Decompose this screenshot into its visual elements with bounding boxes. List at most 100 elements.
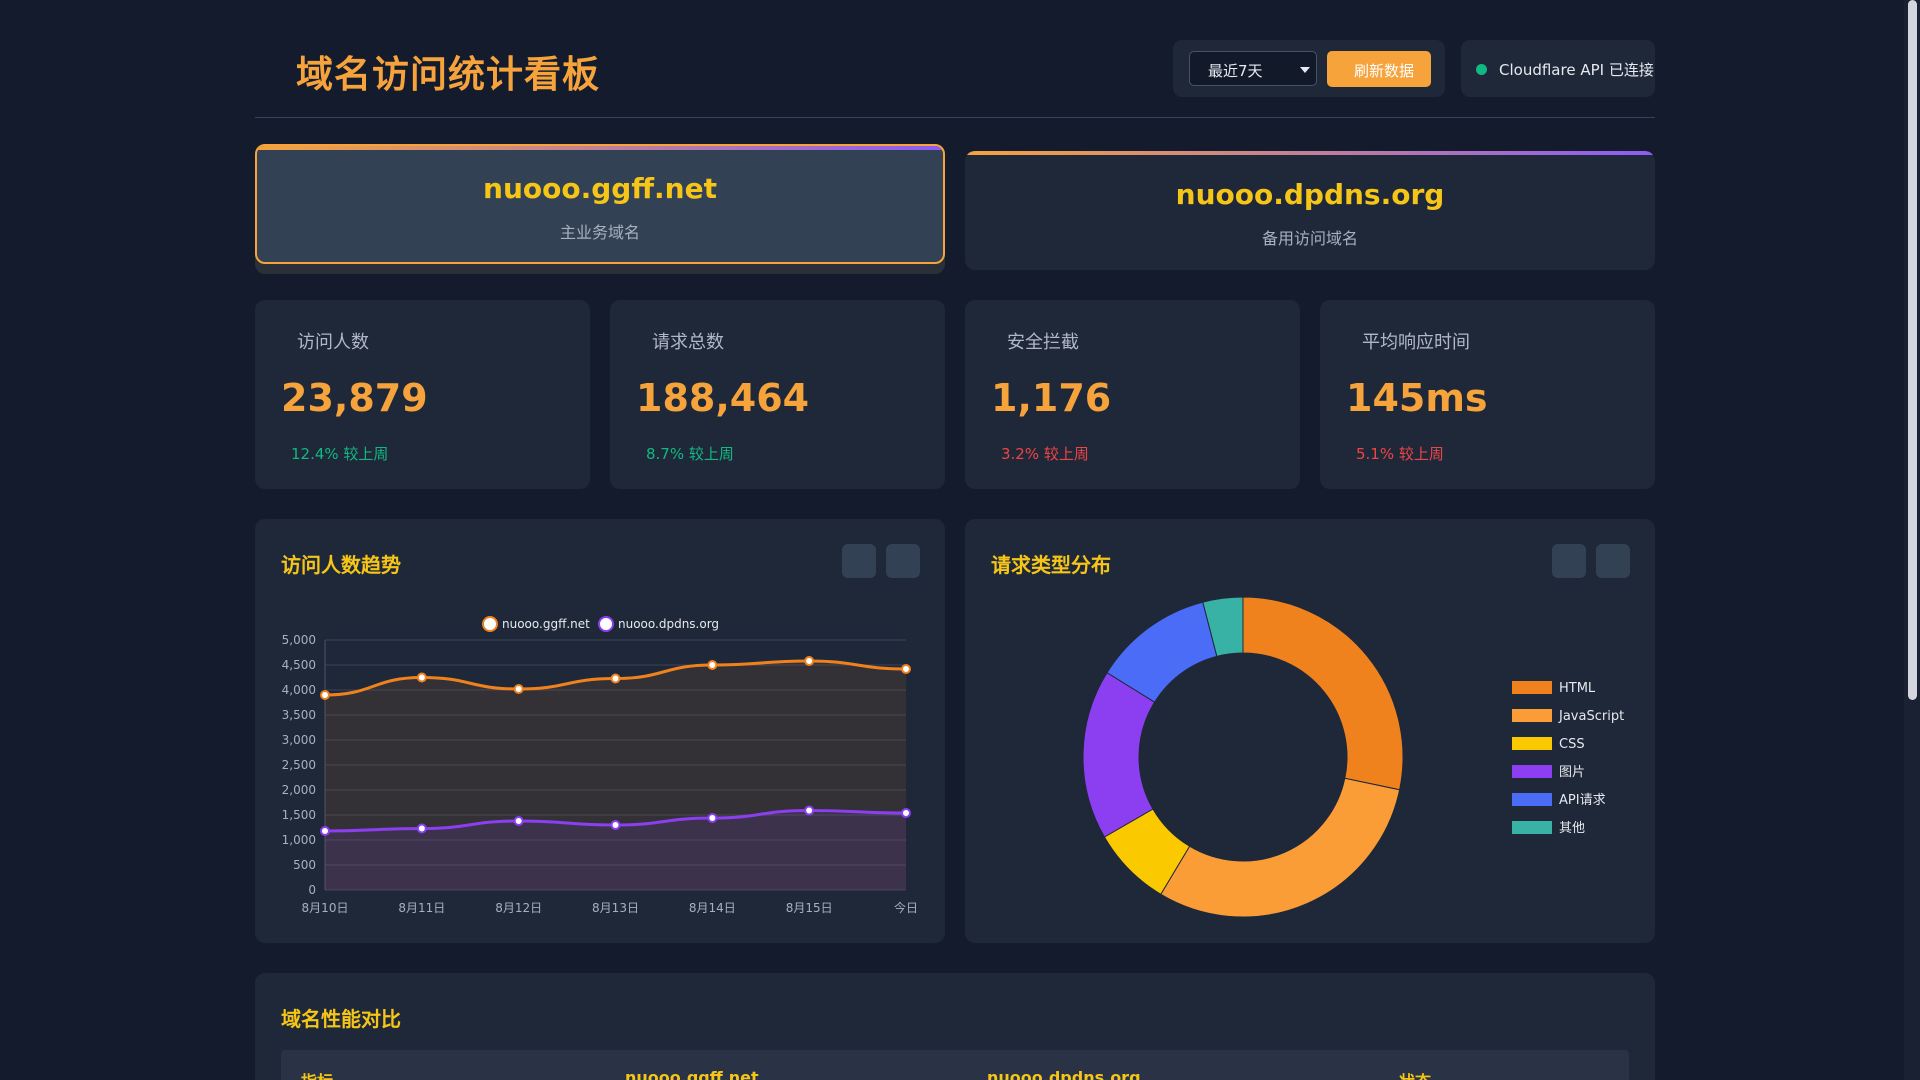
card-accent-bar bbox=[257, 146, 943, 150]
donut-slice bbox=[1082, 671, 1156, 838]
stat-card-security: 安全拦截 1,176 3.2% 较上周 bbox=[965, 300, 1300, 489]
data-point bbox=[610, 820, 621, 830]
data-point bbox=[320, 690, 330, 700]
data-point bbox=[804, 805, 815, 816]
card-accent-bar bbox=[965, 151, 1655, 155]
stat-card-requests: 请求总数 188,464 8.7% 较上周 bbox=[610, 300, 945, 489]
data-point bbox=[513, 816, 524, 826]
stat-value: 145ms bbox=[1346, 376, 1488, 420]
legend-marker bbox=[598, 616, 614, 632]
data-point bbox=[610, 673, 621, 684]
legend-item: API请求 bbox=[1512, 793, 1606, 808]
domain-card-backup[interactable]: nuooo.dpdns.org 备用访问域名 bbox=[965, 151, 1655, 270]
domain-description: 主业务域名 bbox=[559, 223, 640, 242]
stat-card-response-time: 平均响应时间 145ms 5.1% 较上周 bbox=[1320, 300, 1655, 489]
time-range-select[interactable]: 最近7天 bbox=[1189, 51, 1317, 86]
legend-item: 其他 bbox=[1512, 821, 1585, 836]
data-point bbox=[901, 808, 911, 818]
y-tick-label: 4,500 bbox=[282, 658, 316, 672]
chevron-down-icon bbox=[1300, 67, 1310, 73]
legend-label: 其他 bbox=[1559, 821, 1585, 836]
visitors-line-chart: nuooo.ggff.net nuooo.dpdns.org 0 500 1,000 1,… bbox=[282, 616, 918, 915]
legend-item: JavaScript bbox=[1512, 709, 1624, 724]
legend-swatch bbox=[1512, 821, 1552, 834]
stat-label: 请求总数 bbox=[652, 332, 724, 353]
y-tick-label: 3,500 bbox=[282, 708, 316, 722]
legend-swatch bbox=[1512, 709, 1552, 722]
legend-label: nuooo.ggff.net bbox=[502, 617, 590, 631]
stat-value: 1,176 bbox=[991, 376, 1112, 420]
legend-swatch bbox=[1512, 681, 1552, 694]
stat-label: 安全拦截 bbox=[1007, 332, 1079, 353]
page-title: 域名访问统计看板 bbox=[296, 53, 600, 96]
legend-item: HTML bbox=[1512, 681, 1596, 696]
x-tick-label: 8月11日 bbox=[398, 901, 445, 915]
data-point bbox=[416, 823, 427, 834]
legend-swatch bbox=[1512, 765, 1552, 778]
visitors-trend-panel: 访问人数趋势 nuooo.ggff.net nuooo.dpdns.org 0 500… bbox=[255, 519, 945, 943]
legend-item: nuooo.dpdns.org bbox=[598, 616, 719, 632]
legend-item: nuooo.ggff.net bbox=[482, 616, 590, 632]
time-range-value: 最近7天 bbox=[1208, 62, 1263, 80]
x-tick-label: 8月12日 bbox=[495, 901, 542, 915]
legend-label: API请求 bbox=[1559, 793, 1606, 808]
api-status-badge: Cloudflare API 已连接 bbox=[1461, 40, 1655, 97]
panel-title: 域名性能对比 bbox=[281, 1007, 401, 1031]
stat-card-visitors: 访问人数 23,879 12.4% 较上周 bbox=[255, 300, 590, 489]
x-tick-label: 8月14日 bbox=[689, 901, 736, 915]
status-dot-icon bbox=[1476, 64, 1487, 75]
dashboard: 域名访问统计看板 最近7天 刷新数据 Cloudflare API 已连接 nu… bbox=[255, 0, 1655, 1080]
donut-slice bbox=[1242, 596, 1404, 791]
data-point bbox=[804, 656, 815, 666]
request-types-panel: 请求类型分布 HTML JavaScript CSS 图片 API请求 其他 bbox=[965, 519, 1655, 943]
data-point bbox=[320, 826, 330, 836]
y-tick-label: 5,000 bbox=[282, 633, 316, 647]
header: 域名访问统计看板 最近7天 刷新数据 Cloudflare API 已连接 bbox=[255, 0, 1655, 118]
y-tick-label: 3,000 bbox=[282, 733, 316, 747]
y-tick-label: 0 bbox=[308, 883, 316, 897]
y-tick-label: 2,500 bbox=[282, 758, 316, 772]
performance-table-panel: 域名性能对比 指标 nuooo.ggff.net nuooo.dpdns.org… bbox=[255, 973, 1655, 1080]
legend-label: CSS bbox=[1559, 737, 1585, 752]
legend-marker bbox=[482, 616, 498, 632]
control-box: 最近7天 刷新数据 bbox=[1173, 40, 1445, 97]
legend-item: 图片 bbox=[1512, 765, 1585, 780]
legend-label: HTML bbox=[1559, 681, 1596, 696]
x-tick-label: 今日 bbox=[894, 900, 918, 915]
stat-change: 8.7% 较上周 bbox=[646, 445, 734, 463]
y-tick-label: 2,000 bbox=[282, 783, 316, 797]
x-tick-label: 8月13日 bbox=[592, 901, 639, 915]
legend-swatch bbox=[1512, 793, 1552, 806]
data-point bbox=[707, 660, 718, 670]
domain-card-primary[interactable]: nuooo.ggff.net 主业务域名 bbox=[255, 144, 945, 264]
table-header-domain-2: nuooo.dpdns.org bbox=[987, 1068, 1141, 1080]
scrollbar-thumb[interactable] bbox=[1908, 0, 1917, 700]
y-tick-label: 1,500 bbox=[282, 808, 316, 822]
legend-label: nuooo.dpdns.org bbox=[618, 617, 719, 631]
page-scrollbar[interactable] bbox=[1904, 0, 1920, 1080]
domain-description: 备用访问域名 bbox=[1261, 229, 1358, 248]
x-tick-label: 8月10日 bbox=[302, 901, 349, 915]
legend-item: CSS bbox=[1512, 737, 1585, 752]
table-header-status: 状态 bbox=[1399, 1068, 1431, 1080]
data-point bbox=[707, 813, 718, 823]
stat-change: 3.2% 较上周 bbox=[1001, 445, 1089, 463]
table-header-row: 指标 nuooo.ggff.net nuooo.dpdns.org 状态 bbox=[281, 1050, 1629, 1080]
domain-name: nuooo.dpdns.org bbox=[1175, 178, 1445, 211]
legend-swatch bbox=[1512, 737, 1552, 750]
stat-label: 访问人数 bbox=[297, 332, 369, 353]
legend-label: JavaScript bbox=[1558, 709, 1624, 724]
y-tick-label: 4,000 bbox=[282, 683, 316, 697]
table-header-metric: 指标 bbox=[301, 1068, 333, 1080]
x-tick-label: 8月15日 bbox=[786, 901, 833, 915]
refresh-button[interactable]: 刷新数据 bbox=[1327, 51, 1431, 87]
y-tick-label: 1,000 bbox=[282, 833, 316, 847]
stat-change: 5.1% 较上周 bbox=[1356, 445, 1444, 463]
stat-label: 平均响应时间 bbox=[1362, 332, 1470, 353]
table-header-domain-1: nuooo.ggff.net bbox=[625, 1068, 759, 1080]
y-tick-label: 500 bbox=[293, 858, 316, 872]
stat-value: 188,464 bbox=[636, 376, 810, 420]
stat-value: 23,879 bbox=[281, 376, 428, 420]
api-status-text: Cloudflare API 已连接 bbox=[1499, 61, 1654, 79]
request-types-donut-chart: HTML JavaScript CSS 图片 API请求其他 bbox=[1082, 596, 1624, 918]
